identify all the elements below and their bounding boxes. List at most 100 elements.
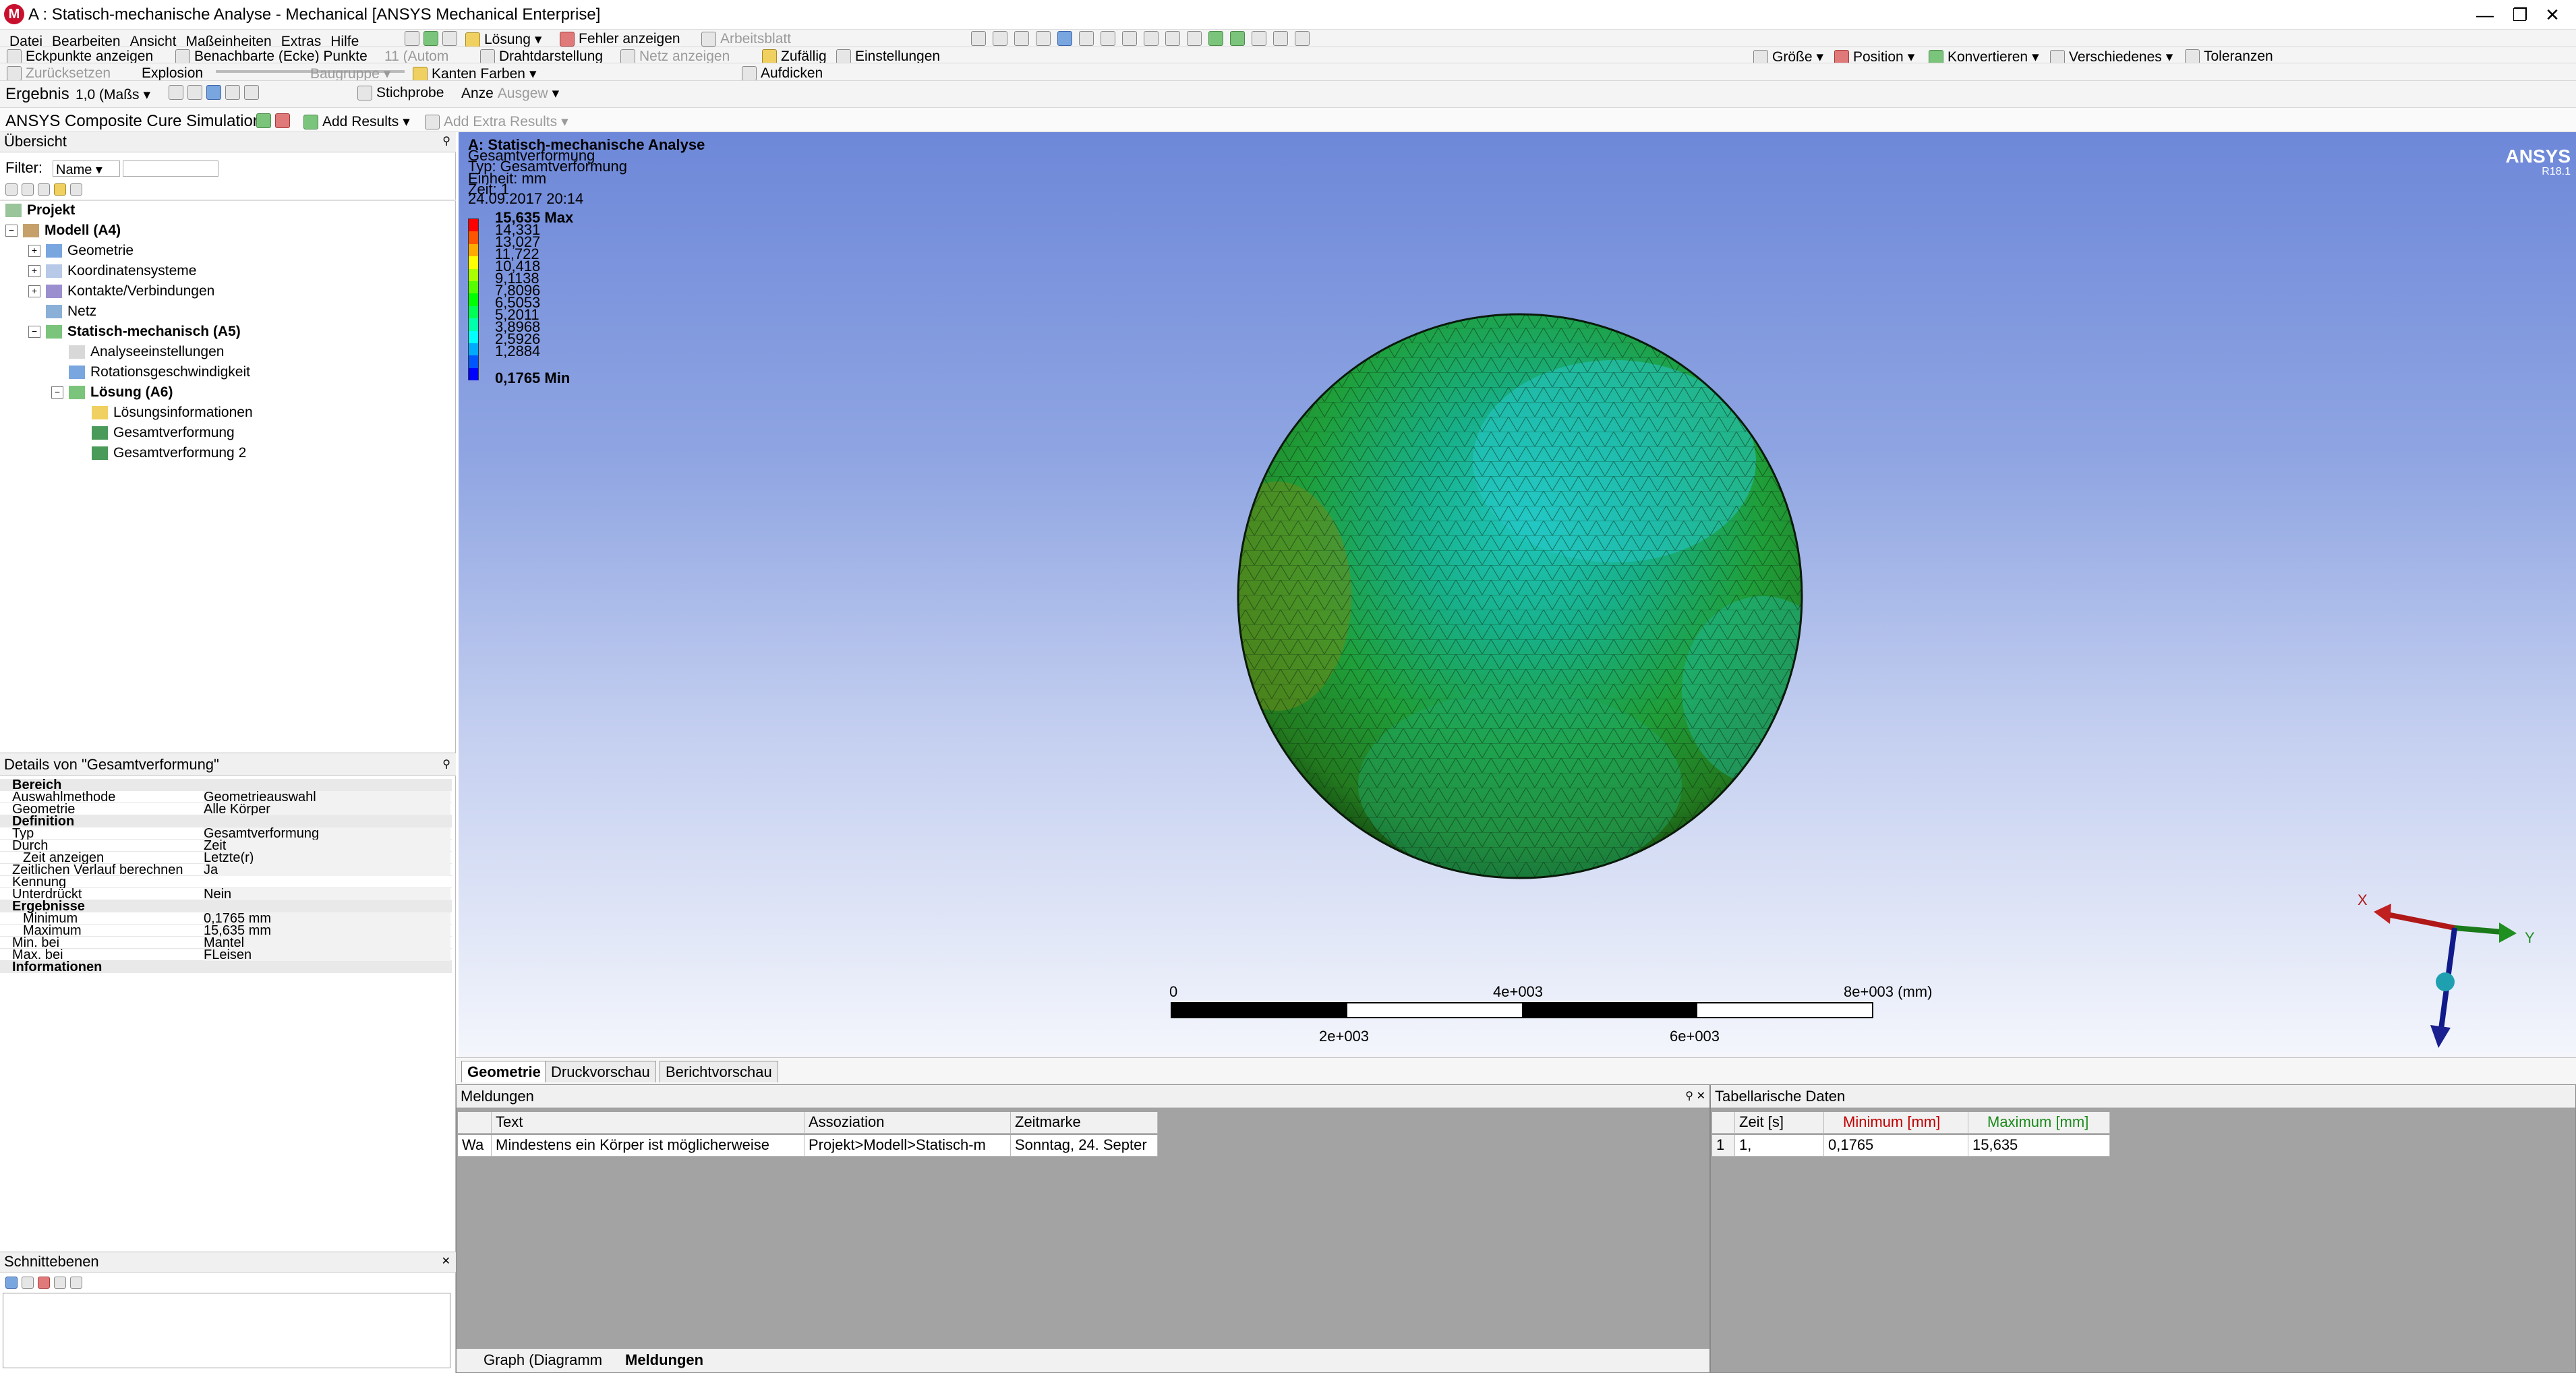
collapse-node-icon[interactable]: − xyxy=(51,386,63,399)
tree-item-gesamtverformung-2[interactable]: Gesamtverformung 2 xyxy=(92,445,246,461)
tree-item-statisch[interactable]: − Statisch-mechanisch (A5) xyxy=(28,324,241,340)
tabular-col-time[interactable]: Zeit [s] xyxy=(1735,1112,1824,1134)
new-icon[interactable] xyxy=(405,31,419,46)
details-row-auswahlmethode[interactable]: Auswahlmethode Geometrieauswahl xyxy=(0,791,452,803)
tree-item-netz[interactable]: Netz xyxy=(46,303,96,320)
zoom-in-icon[interactable] xyxy=(1208,31,1223,46)
messages-col-assoc[interactable]: Assoziation xyxy=(804,1112,1011,1134)
messages-col-text[interactable]: Text xyxy=(492,1112,804,1134)
settings-button[interactable]: Einstellungen xyxy=(836,49,940,63)
save-icon[interactable] xyxy=(442,31,457,46)
details-row-minimum[interactable]: Minimum 0,1765 mm xyxy=(0,912,452,925)
next-view-icon[interactable] xyxy=(1273,31,1288,46)
edge-colors-menu[interactable]: Kanten Farben ▾ xyxy=(413,65,536,80)
cure-icon-2[interactable] xyxy=(275,113,290,128)
zoom-icon[interactable] xyxy=(1036,31,1051,46)
misc-menu[interactable]: Verschiedenes ▾ xyxy=(2050,49,2173,63)
message-time-cell[interactable]: Sonntag, 24. Septer xyxy=(1011,1135,1158,1157)
tree-item-kontakte[interactable]: + Kontakte/Verbindungen xyxy=(28,283,214,299)
tree-item-gesamtverformung[interactable]: Gesamtverformung xyxy=(92,425,235,441)
open-icon[interactable] xyxy=(423,31,438,46)
tree-item-loesung[interactable]: − Lösung (A6) xyxy=(51,384,173,401)
collapse-node-icon[interactable]: − xyxy=(5,225,18,237)
details-row-durch[interactable]: Durch Zeit xyxy=(0,840,452,852)
show-vertices-button[interactable]: Eckpunkte anzeigen xyxy=(7,49,153,63)
edges-icon[interactable] xyxy=(187,85,202,100)
viewport-layout-icon[interactable] xyxy=(1295,31,1310,46)
expand-node-icon[interactable]: + xyxy=(28,285,40,297)
tabular-col-min[interactable]: Minimum [mm] xyxy=(1824,1112,1968,1134)
iso-view-icon[interactable] xyxy=(1101,31,1115,46)
thicken-button[interactable]: Aufdicken xyxy=(742,65,823,80)
expand-all-icon[interactable] xyxy=(5,183,18,196)
close-icon[interactable]: ✕ xyxy=(1697,1085,1705,1108)
details-section-bereich[interactable]: Bereich xyxy=(0,778,452,792)
fit-icon[interactable] xyxy=(1057,31,1072,46)
expand-node-icon[interactable] xyxy=(38,183,50,196)
show-mesh-button[interactable]: Netz anzeigen xyxy=(620,49,730,63)
size-menu[interactable]: Größe ▾ xyxy=(1753,49,1823,63)
vertex-select-icon[interactable] xyxy=(1165,31,1180,46)
menu-ansicht[interactable]: Ansicht xyxy=(130,34,177,47)
filter-input[interactable] xyxy=(123,160,218,177)
tab-geometrie[interactable]: Geometrie xyxy=(461,1061,547,1082)
details-section-informationen[interactable]: Informationen xyxy=(0,960,452,974)
wireframe-button[interactable]: Drahtdarstellung xyxy=(480,49,603,63)
reset-button[interactable]: Zurücksetzen xyxy=(7,65,111,80)
message-type-cell[interactable]: Wa xyxy=(458,1135,492,1157)
vector-icon[interactable] xyxy=(206,85,221,100)
zoom-out-icon[interactable] xyxy=(1230,31,1245,46)
pin-icon[interactable]: ⚲ xyxy=(442,132,450,151)
sort-icon[interactable] xyxy=(70,183,82,196)
tolerances-button[interactable]: Toleranzen xyxy=(2185,49,2273,63)
rotate-icon[interactable] xyxy=(993,31,1007,46)
details-row-verlauf[interactable]: Zeitlichen Verlauf berechnen Ja xyxy=(0,864,452,876)
menu-masseinheiten[interactable]: Maßeinheiten xyxy=(185,34,271,47)
body-select-icon[interactable] xyxy=(1187,31,1202,46)
show-errors-button[interactable]: Fehler anzeigen xyxy=(560,31,680,47)
add-results-button[interactable]: Add Results ▾ xyxy=(303,113,410,130)
scale-select[interactable]: 1,0 (Maßs ▾ xyxy=(76,86,150,103)
details-section-definition[interactable]: Definition xyxy=(0,815,452,828)
new-section-icon[interactable] xyxy=(5,1277,18,1289)
expand-node-icon[interactable]: + xyxy=(28,245,40,257)
contour-icon[interactable] xyxy=(169,85,183,100)
capping-icon[interactable] xyxy=(70,1277,82,1289)
edge-select-icon[interactable] xyxy=(1144,31,1159,46)
vertex-count-select[interactable]: 11 (Autom xyxy=(384,49,448,63)
expand-node-icon[interactable]: + xyxy=(28,265,40,277)
worksheet-button[interactable]: Arbeitsblatt xyxy=(701,31,791,47)
messages-col-time[interactable]: Zeitmarke xyxy=(1011,1112,1158,1134)
close-icon[interactable]: ✕ xyxy=(442,1252,450,1271)
convert-menu[interactable]: Konvertieren ▾ xyxy=(1929,49,2039,63)
tabular-time-cell[interactable]: 1, xyxy=(1735,1135,1824,1157)
show-section-icon[interactable] xyxy=(54,1277,66,1289)
box-zoom-icon[interactable] xyxy=(1079,31,1094,46)
axis-triad[interactable] xyxy=(2347,887,2549,1056)
max-icon[interactable] xyxy=(225,85,240,100)
random-colors-button[interactable]: Zufällig xyxy=(762,49,827,63)
tree-item-projekt[interactable]: Projekt xyxy=(5,202,75,218)
app-icon[interactable]: M xyxy=(4,4,24,24)
details-row-maximum[interactable]: Maximum 15,635 mm xyxy=(0,925,452,937)
section-planes-list[interactable] xyxy=(3,1293,450,1368)
tab-berichtvorschau[interactable]: Berichtvorschau xyxy=(660,1061,778,1082)
tree-item-geometrie[interactable]: + Geometrie xyxy=(28,243,134,259)
add-extra-results-button[interactable]: Add Extra Results ▾ xyxy=(425,113,568,130)
collapse-all-icon[interactable] xyxy=(22,183,34,196)
tab-meldungen[interactable]: Meldungen xyxy=(625,1351,703,1369)
face-select-icon[interactable] xyxy=(1122,31,1137,46)
menu-extras[interactable]: Extras xyxy=(281,34,322,47)
tree-item-koordinatensysteme[interactable]: + Koordinatensysteme xyxy=(28,263,196,279)
details-row-typ[interactable]: Typ Gesamtverformung xyxy=(0,827,452,840)
assembly-select[interactable]: Baugruppe ▾ xyxy=(310,65,390,81)
menu-bearbeiten[interactable]: Bearbeiten xyxy=(52,34,121,47)
details-row-kennung[interactable]: Kennung xyxy=(0,876,452,888)
tab-graph[interactable]: Graph (Diagramm xyxy=(484,1351,602,1369)
pin-icon[interactable]: ⚲ xyxy=(1685,1085,1693,1108)
tabular-col-max[interactable]: Maximum [mm] xyxy=(1968,1112,2110,1134)
collapse-node-icon[interactable]: − xyxy=(28,326,40,338)
cure-icon-1[interactable] xyxy=(256,113,271,128)
tree-item-analyseeinstellungen[interactable]: Analyseeinstellungen xyxy=(69,344,224,360)
graphics-viewport[interactable]: A: Statisch-mechanische Analyse Gesamtve… xyxy=(459,132,2576,1057)
